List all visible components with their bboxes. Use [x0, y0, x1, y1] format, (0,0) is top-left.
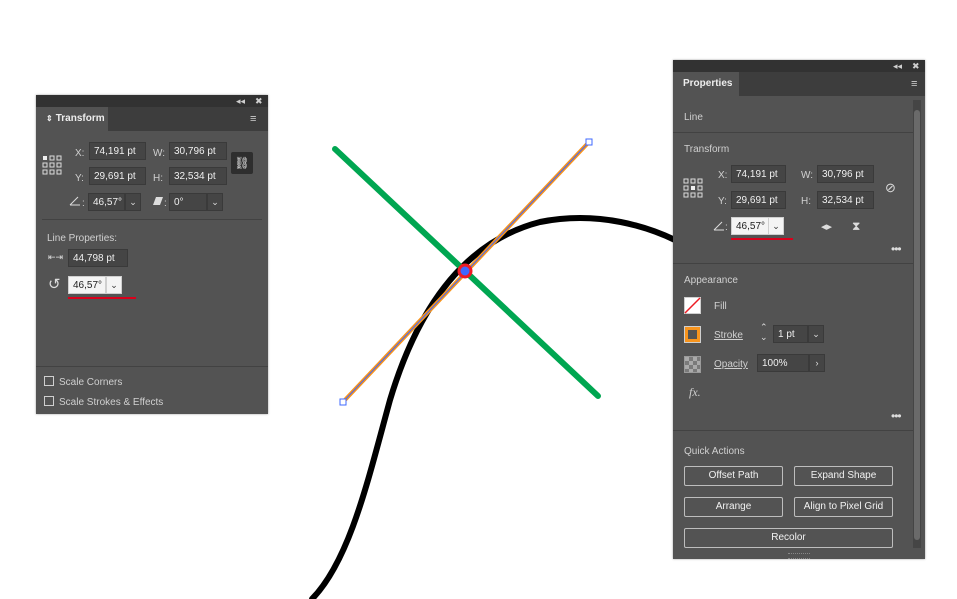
tab-properties[interactable]: Properties	[673, 72, 739, 96]
properties-panel: ◂◂ ✖ Properties ≡ Line Transform X: 74,1…	[673, 60, 925, 559]
x-input[interactable]: 74,191 pt	[89, 142, 146, 160]
y-input[interactable]: 29,691 pt	[89, 167, 146, 185]
flip-horizontal-icon[interactable]: ◂▸	[821, 220, 832, 233]
collapse-icon[interactable]: ◂◂	[893, 60, 902, 72]
opacity-label[interactable]: Opacity	[714, 359, 748, 370]
rotate-icon: ↺	[48, 276, 61, 293]
close-icon[interactable]: ✖	[912, 60, 920, 72]
panel-menu-icon[interactable]: ≡	[911, 79, 917, 90]
angle-label: :	[82, 198, 85, 209]
panel-topbar: ◂◂ ✖	[36, 95, 268, 107]
section-transform-title: Transform	[684, 144, 730, 155]
x-input[interactable]: 74,191 pt	[731, 165, 786, 183]
divider	[673, 132, 913, 133]
annotation-underline	[68, 297, 136, 299]
reference-point-icon[interactable]	[683, 178, 703, 198]
w-input[interactable]: 30,796 pt	[169, 142, 227, 160]
line-angle-dropdown[interactable]: ⌄	[106, 276, 122, 294]
tab-row: ⇕ Transform ≡	[36, 107, 268, 131]
anchor-point-top[interactable]	[585, 138, 593, 146]
h-label: H:	[153, 173, 163, 184]
annotation-underline	[731, 238, 793, 240]
fill-label: Fill	[714, 301, 727, 312]
angle-input[interactable]: 46,57°	[88, 193, 125, 211]
scale-strokes-checkbox[interactable]	[44, 396, 54, 406]
angle-icon	[713, 221, 724, 231]
w-label: W:	[153, 148, 166, 159]
stroke-label[interactable]: Stroke	[714, 330, 743, 341]
section-appearance-title: Appearance	[684, 275, 738, 286]
h-input[interactable]: 32,534 pt	[169, 167, 227, 185]
divider	[42, 219, 262, 220]
anchor-point-bottom[interactable]	[339, 398, 347, 406]
length-input[interactable]: 44,798 pt	[68, 249, 128, 267]
angle-icon	[69, 196, 80, 206]
stroke-stepper-icon[interactable]: ⌃ ⌄	[760, 322, 768, 342]
constrain-proportions-button[interactable]: ⛓	[231, 152, 253, 174]
center-point-marker[interactable]	[457, 263, 473, 279]
h-label: H:	[801, 196, 811, 207]
length-icon: ⇤⇥	[48, 252, 64, 262]
stroke-weight-input[interactable]: 1 pt	[773, 325, 808, 343]
transform-panel: ◂◂ ✖ ⇕ Transform ≡ X: 74,191 pt W: 30,796…	[36, 95, 268, 414]
y-label: Y:	[718, 196, 727, 207]
x-label: X:	[718, 170, 728, 181]
scale-strokes-label: Scale Strokes & Effects	[59, 397, 164, 408]
collapse-icon[interactable]: ◂◂	[236, 95, 245, 107]
line-properties-label: Line Properties:	[47, 233, 118, 244]
tab-row: Properties ≡	[673, 72, 925, 96]
more-options-icon[interactable]: •••	[891, 409, 902, 423]
line-angle-input[interactable]: 46,57°	[68, 276, 106, 294]
offset-path-button[interactable]: Offset Path	[684, 466, 783, 486]
scale-corners-checkbox[interactable]	[44, 376, 54, 386]
tab-arrows-icon: ⇕	[46, 114, 53, 123]
angle-input[interactable]: 46,57°	[731, 217, 769, 235]
more-options-icon[interactable]: •••	[891, 242, 902, 256]
panel-menu-icon[interactable]: ≡	[250, 114, 256, 125]
scrollbar-thumb[interactable]	[914, 110, 920, 540]
close-icon[interactable]: ✖	[255, 95, 263, 107]
y-label: Y:	[75, 173, 84, 184]
scale-corners-label: Scale Corners	[59, 377, 123, 388]
arrange-button[interactable]: Arrange	[684, 497, 783, 517]
opacity-input[interactable]: 100%	[757, 354, 809, 372]
scrollbar-track[interactable]	[913, 100, 921, 548]
section-quick-actions-title: Quick Actions	[684, 446, 745, 457]
x-label: X:	[75, 148, 85, 159]
reference-point-icon[interactable]	[42, 155, 62, 175]
fill-none-icon[interactable]	[684, 297, 701, 314]
angle-label: :	[725, 222, 728, 233]
w-label: W:	[801, 170, 814, 181]
black-curve-path[interactable]	[309, 215, 678, 599]
w-input[interactable]: 30,796 pt	[817, 165, 874, 183]
align-to-pixel-grid-button[interactable]: Align to Pixel Grid	[794, 497, 893, 517]
h-input[interactable]: 32,534 pt	[817, 191, 874, 209]
shear-dropdown[interactable]: ⌄	[207, 193, 223, 211]
fx-icon[interactable]: fx.	[689, 385, 701, 400]
stroke-weight-dropdown[interactable]: ⌄	[808, 325, 824, 343]
divider	[36, 366, 268, 367]
y-input[interactable]: 29,691 pt	[731, 191, 786, 209]
opacity-icon	[684, 356, 701, 373]
shear-label: :	[164, 198, 167, 209]
opacity-expand-button[interactable]: ›	[809, 354, 825, 372]
divider	[673, 430, 913, 431]
resize-grip[interactable]	[788, 553, 810, 559]
recolor-button[interactable]: Recolor	[684, 528, 893, 548]
shear-input[interactable]: 0°	[169, 193, 207, 211]
flip-vertical-icon[interactable]: ⧗	[852, 219, 860, 234]
shear-icon	[153, 197, 163, 205]
link-icon: ⛓	[234, 156, 250, 170]
tab-transform[interactable]: ⇕ Transform	[36, 107, 108, 131]
divider	[673, 263, 913, 264]
panel-topbar: ◂◂ ✖	[673, 60, 925, 72]
expand-shape-button[interactable]: Expand Shape	[794, 466, 893, 486]
unlink-icon[interactable]: ⊘	[885, 180, 896, 196]
section-line-title: Line	[684, 112, 703, 123]
stroke-color-icon[interactable]	[684, 326, 701, 343]
angle-dropdown[interactable]: ⌄	[125, 193, 141, 211]
angle-dropdown[interactable]: ⌄	[768, 217, 784, 235]
